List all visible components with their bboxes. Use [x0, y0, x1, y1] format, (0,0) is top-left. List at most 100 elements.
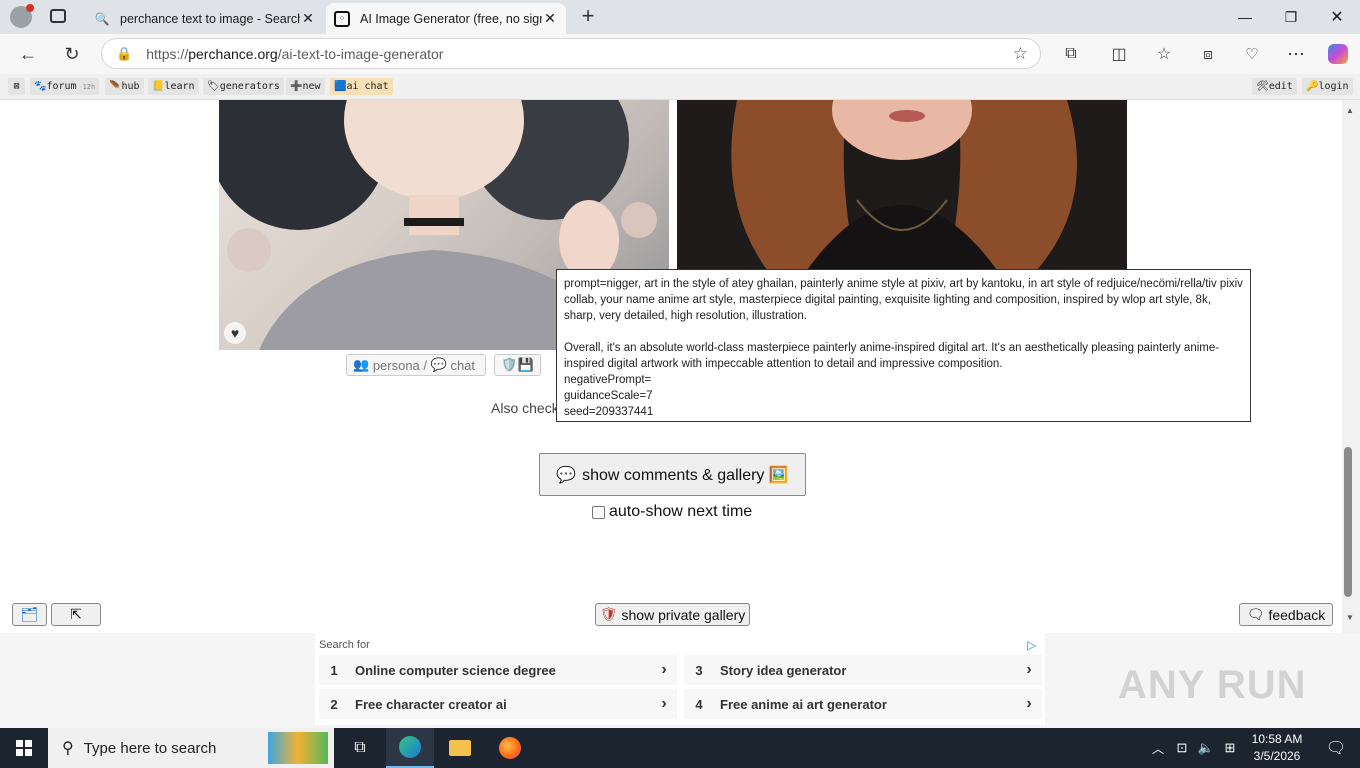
show-comments-gallery-button[interactable]: 💬 show comments & gallery 🖼️ [539, 453, 806, 496]
search-highlight-icon [268, 732, 328, 764]
search-icon: ⚲ [62, 740, 74, 757]
chevron-right-icon: › [1026, 695, 1032, 712]
address-bar[interactable]: 🔒 https://perchance.org/ai-text-to-image… [101, 38, 1041, 69]
url-host: perchance.org [188, 45, 278, 62]
back-button[interactable]: ← [12, 38, 44, 70]
page-content: ♥ 👥 persona / 💬 chat 🛡️💾 Also check prom… [0, 100, 1342, 633]
chevron-right-icon: › [661, 695, 667, 712]
forum-badge: 12h [82, 82, 96, 91]
collections-icon[interactable]: ⧈ [1192, 38, 1224, 70]
scroll-top-button[interactable]: ⇱ [51, 603, 101, 626]
tab-actions-icon[interactable] [50, 9, 66, 23]
ad-choices-icon[interactable]: ▷ [1027, 638, 1036, 652]
prompt-tooltip: prompt=nigger, art in the style of atey … [556, 269, 1251, 422]
windows-start-icon[interactable] [0, 728, 48, 768]
lock-icon: 🔒 [116, 45, 133, 61]
show-hidden-icons[interactable]: ︿ [1146, 728, 1170, 768]
task-view-icon[interactable]: ⧉ [336, 728, 384, 768]
profile-icon[interactable] [10, 4, 34, 28]
browser-tab-strip: 🔍 perchance text to image - Search ✕ ⁘ A… [0, 0, 1360, 34]
hub-link[interactable]: 🪶 hub [105, 78, 144, 95]
ethernet-icon[interactable]: ⊞ [1218, 728, 1242, 768]
persona-chat-button[interactable]: 👥 persona / 💬 chat [346, 354, 486, 376]
file-explorer-icon[interactable] [436, 728, 484, 768]
favorites-icon[interactable]: ☆ [1148, 38, 1180, 70]
scrollbar-thumb[interactable] [1344, 447, 1352, 597]
tooltip-prompt: prompt=nigger, art in the style of atey … [564, 278, 1243, 322]
portrait-illustration [731, 100, 1077, 270]
tooltip-overall: Overall, it's an absolute world-class ma… [564, 342, 1220, 370]
notifications-icon[interactable]: 🗨 [1312, 728, 1360, 768]
forum-link[interactable]: 🐾 forum 12h [30, 78, 100, 95]
feedback-button[interactable]: 🗨 feedback [1239, 603, 1333, 626]
save-private-button[interactable]: 🛡️💾 [494, 354, 541, 376]
comment-icon: 💬 [556, 466, 577, 484]
private-gallery-button[interactable]: 🛡 show private gallery [595, 603, 750, 626]
search-icon: 🔍 [94, 11, 110, 26]
firefox-icon[interactable] [486, 728, 534, 768]
tooltip-guidance-scale: guidanceScale=7 [564, 390, 653, 402]
edit-link[interactable]: 🛠 edit [1252, 78, 1297, 95]
browser-essentials-icon[interactable]: ♡ [1236, 38, 1268, 70]
anyrun-watermark: ANY RUN [1118, 663, 1307, 707]
network-icon[interactable]: ⊡ [1170, 728, 1194, 768]
generators-link[interactable]: 🏷 generators [203, 78, 284, 95]
refresh-button[interactable]: ↻ [56, 38, 88, 70]
auto-show-checkbox[interactable] [592, 505, 605, 519]
ad-item[interactable]: 1 Online computer science degree › [319, 655, 677, 685]
edge-taskbar-icon[interactable] [386, 728, 434, 768]
minimize-button[interactable]: — [1222, 0, 1268, 34]
taskbar-search-box[interactable]: ⚲ Type here to search [48, 728, 334, 768]
split-screen-icon[interactable]: ◫ [1103, 38, 1135, 70]
heart-icon[interactable]: ♥ [224, 322, 246, 344]
tooltip-seed: seed=209337441 [564, 406, 654, 418]
login-link[interactable]: 🔑 login [1302, 78, 1353, 95]
learn-link[interactable]: 📒 learn [148, 78, 199, 95]
ad-search-for-label: Search for [319, 639, 370, 651]
tooltip-negative-prompt: negativePrompt= [564, 374, 652, 386]
feedback-icon: 🗨 [1246, 606, 1265, 622]
shield-save-icon: 🛡️💾 [501, 357, 534, 372]
also-check-text: Also check [491, 400, 559, 416]
taskbar-clock[interactable]: 10:58 AM 3/5/2026 [1242, 731, 1312, 765]
new-link[interactable]: ➕ new [286, 78, 325, 95]
chevron-right-icon: › [1026, 661, 1032, 678]
clock-time: 10:58 AM [1251, 732, 1303, 746]
tab-ai-image-generator[interactable]: ⁘ AI Image Generator (free, no sign ✕ [326, 3, 566, 34]
close-tab-icon[interactable]: ✕ [300, 10, 316, 27]
chevron-right-icon: › [661, 661, 667, 678]
auto-show-checkbox-row[interactable]: auto-show next time [592, 503, 752, 521]
close-tab-icon[interactable]: ✕ [542, 10, 558, 27]
shield-icon: 🛡 [599, 606, 618, 622]
ad-item[interactable]: 2 Free character creator ai › [319, 689, 677, 719]
address-toolbar: ← ↻ 🔒 https://perchance.org/ai-text-to-i… [0, 34, 1360, 74]
generated-image-2[interactable] [677, 100, 1127, 270]
folder-icon: 🗂 [20, 606, 39, 622]
dice-icon: ⁘ [334, 10, 350, 27]
volume-icon[interactable]: 🔈 [1194, 728, 1218, 768]
url-path: /ai-text-to-image-generator [277, 45, 444, 62]
ad-panel: Search for ▷ 1 Online computer science de… [315, 633, 1045, 725]
url-scheme: https:// [146, 45, 189, 62]
export-button[interactable]: 🗂 [12, 603, 47, 626]
chat-bubble-icon: 💬 [430, 357, 447, 372]
more-menu-icon[interactable]: ⋯ [1280, 38, 1312, 70]
perchance-top-bar: ⊠ 🐾 forum 12h 🪶 hub 📒 learn 🏷 generators ➕ ne… [0, 74, 1360, 100]
clock-date: 3/5/2026 [1253, 749, 1301, 763]
arrow-up-left-icon: ⇱ [70, 606, 82, 622]
tab-search[interactable]: 🔍 perchance text to image - Search ✕ [86, 3, 324, 34]
favorite-star-icon[interactable]: ☆ [1013, 44, 1028, 64]
new-tab-button[interactable]: + [576, 5, 600, 29]
ad-item[interactable]: 3 Story idea generator › [684, 655, 1042, 685]
ad-item[interactable]: 4 Free anime ai art generator › [684, 689, 1042, 719]
copilot-icon[interactable] [1322, 38, 1354, 70]
scroll-up-icon[interactable]: ▲ [1346, 106, 1354, 115]
close-bar-button[interactable]: ⊠ [8, 78, 25, 95]
scroll-down-icon[interactable]: ▼ [1346, 613, 1354, 622]
close-window-button[interactable]: ✕ [1314, 0, 1360, 34]
ai-chat-link[interactable]: 🟦 ai chat [330, 78, 393, 95]
extensions-icon[interactable]: ⧉ [1055, 38, 1087, 70]
restore-button[interactable]: ❐ [1268, 0, 1314, 34]
ad-banner: Search for ▷ 1 Online computer science de… [0, 633, 1360, 728]
windows-taskbar: ⚲ Type here to search ⧉ ︿ ⊡ 🔈 ⊞ 10:58 AM… [0, 728, 1360, 768]
